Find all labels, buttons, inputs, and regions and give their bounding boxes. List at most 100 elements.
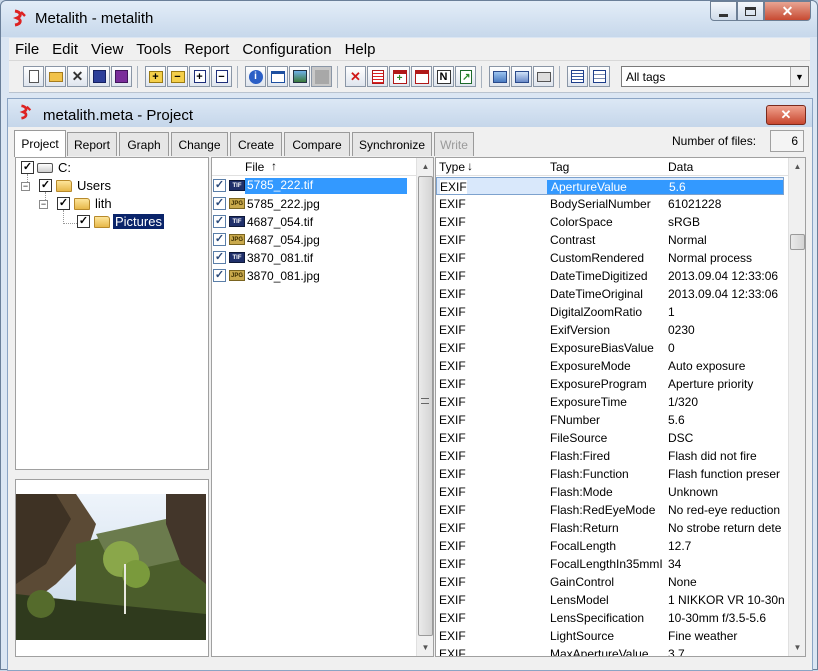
file-row[interactable]: ✓ JPG 5785_222.jpg: [212, 195, 408, 213]
menu-configuration[interactable]: Configuration: [236, 41, 337, 58]
add-button[interactable]: +: [145, 66, 166, 87]
add-file-button[interactable]: +: [189, 66, 210, 87]
calendar-add-button[interactable]: +: [389, 66, 410, 87]
maximize-button[interactable]: [737, 1, 764, 21]
tag-row[interactable]: EXIF LensModel 1 NIKKOR VR 10-30n: [436, 591, 784, 609]
find-button[interactable]: [489, 66, 510, 87]
menu-view[interactable]: View: [85, 41, 129, 58]
file-row[interactable]: ✓ JPG 3870_081.jpg: [212, 267, 408, 285]
tag-filter-select[interactable]: All tags ▼: [621, 66, 809, 87]
image-button[interactable]: [289, 66, 310, 87]
details-view-button[interactable]: [589, 66, 610, 87]
menu-report[interactable]: Report: [178, 41, 235, 58]
tab-report[interactable]: Report: [67, 132, 117, 156]
tag-column-header[interactable]: Tag: [550, 160, 569, 174]
tag-row[interactable]: EXIF Flash:Fired Flash did not fire: [436, 447, 784, 465]
menu-help[interactable]: Help: [339, 41, 382, 58]
scroll-down-icon[interactable]: ▼: [789, 639, 805, 656]
collapse-icon[interactable]: −: [39, 200, 48, 209]
project-title-bar[interactable]: metalith.meta - Project ✕: [8, 99, 812, 127]
menu-tools[interactable]: Tools: [130, 41, 177, 58]
scroll-up-icon[interactable]: ▲: [789, 158, 805, 175]
tag-row[interactable]: EXIF Flash:RedEyeMode No red-eye reduction: [436, 501, 784, 519]
tab-create[interactable]: Create: [230, 132, 282, 156]
print-button[interactable]: [533, 66, 554, 87]
tree-item-users[interactable]: Users: [77, 178, 111, 193]
scroll-up-icon[interactable]: ▲: [417, 158, 433, 175]
menu-file[interactable]: File: [9, 41, 45, 58]
file-checkbox[interactable]: ✓: [213, 269, 226, 282]
tab-project[interactable]: Project: [14, 130, 66, 157]
tag-row[interactable]: EXIF ApertureValue 5.6: [436, 177, 784, 195]
n-button[interactable]: N: [433, 66, 454, 87]
tag-row[interactable]: EXIF Flash:Function Flash function preser: [436, 465, 784, 483]
list-view-button[interactable]: [567, 66, 588, 87]
new-button[interactable]: [23, 66, 44, 87]
file-row[interactable]: ✓ TIF 4687_054.tif: [212, 213, 408, 231]
tag-row[interactable]: EXIF MaxApertureValue 3.7: [436, 645, 784, 656]
tag-row[interactable]: EXIF CustomRendered Normal process: [436, 249, 784, 267]
gray-button[interactable]: [311, 66, 332, 87]
tree-checkbox-lith[interactable]: ✓: [57, 197, 70, 210]
scroll-thumb[interactable]: [790, 234, 805, 250]
tab-change[interactable]: Change: [171, 132, 228, 156]
report-button[interactable]: [511, 66, 532, 87]
title-bar[interactable]: Metalith - metalith ✕: [1, 1, 817, 37]
tag-row[interactable]: EXIF DateTimeDigitized 2013.09.04 12:33:06: [436, 267, 784, 285]
tag-row[interactable]: EXIF FocalLengthIn35mmI 34: [436, 555, 784, 573]
collapse-icon[interactable]: −: [21, 182, 30, 191]
tag-row[interactable]: EXIF ExposureTime 1/320: [436, 393, 784, 411]
tag-row[interactable]: EXIF ExposureMode Auto exposure: [436, 357, 784, 375]
window-button[interactable]: [267, 66, 288, 87]
tag-row[interactable]: EXIF Flash:Mode Unknown: [436, 483, 784, 501]
remove-file-button[interactable]: −: [211, 66, 232, 87]
tag-row[interactable]: EXIF BodySerialNumber 61021228: [436, 195, 784, 213]
tag-row[interactable]: EXIF Flash:Return No strobe return dete: [436, 519, 784, 537]
tree-item-lith[interactable]: lith: [95, 196, 112, 211]
tag-row[interactable]: EXIF DateTimeOriginal 2013.09.04 12:33:06: [436, 285, 784, 303]
file-list-scrollbar[interactable]: ▲ ▼: [416, 158, 433, 656]
export-button[interactable]: ↗: [455, 66, 476, 87]
tag-row[interactable]: EXIF LensSpecification 10-30mm f/3.5-5.6: [436, 609, 784, 627]
close-file-button[interactable]: ✕: [67, 66, 88, 87]
tree-checkbox-pictures[interactable]: ✓: [77, 215, 90, 228]
scroll-down-icon[interactable]: ▼: [417, 639, 433, 656]
scroll-thumb[interactable]: [418, 176, 433, 636]
tag-row[interactable]: EXIF FocalLength 12.7: [436, 537, 784, 555]
menu-edit[interactable]: Edit: [46, 41, 84, 58]
list-red-button[interactable]: [367, 66, 388, 87]
data-column-header[interactable]: Data: [668, 160, 693, 174]
calendar-red-button[interactable]: [411, 66, 432, 87]
file-row[interactable]: ✓ TIF 3870_081.tif: [212, 249, 408, 267]
file-row[interactable]: ✓ JPG 4687_054.jpg: [212, 231, 408, 249]
delete-tag-button[interactable]: ✕: [345, 66, 366, 87]
tag-row[interactable]: EXIF FileSource DSC: [436, 429, 784, 447]
file-list-header[interactable]: File ↑: [212, 158, 433, 176]
file-checkbox[interactable]: ✓: [213, 233, 226, 246]
tag-table-header[interactable]: Type ↓ Tag Data: [436, 158, 805, 176]
file-checkbox[interactable]: ✓: [213, 215, 226, 228]
save-button[interactable]: [89, 66, 110, 87]
tag-table-scrollbar[interactable]: ▲ ▼: [788, 158, 805, 656]
tree-item-pictures[interactable]: Pictures: [113, 214, 164, 229]
open-button[interactable]: [45, 66, 66, 87]
file-column-header[interactable]: File: [245, 160, 264, 174]
tree-item-c[interactable]: C:: [58, 160, 71, 175]
tag-row[interactable]: EXIF FNumber 5.6: [436, 411, 784, 429]
tag-row[interactable]: EXIF ColorSpace sRGB: [436, 213, 784, 231]
tree-checkbox-c[interactable]: ✓: [21, 161, 34, 174]
tree-checkbox-users[interactable]: ✓: [39, 179, 52, 192]
info-button[interactable]: i: [245, 66, 266, 87]
file-row[interactable]: ✓ TIF 5785_222.tif: [212, 177, 408, 195]
tab-graph[interactable]: Graph: [119, 132, 169, 156]
tab-compare[interactable]: Compare: [284, 132, 350, 156]
file-checkbox[interactable]: ✓: [213, 179, 226, 192]
remove-button[interactable]: −: [167, 66, 188, 87]
chevron-down-icon[interactable]: ▼: [790, 67, 808, 86]
tag-row[interactable]: EXIF ExifVersion 0230: [436, 321, 784, 339]
minimize-button[interactable]: [710, 1, 737, 21]
tab-synchronize[interactable]: Synchronize: [352, 132, 432, 156]
tag-row[interactable]: EXIF ExposureProgram Aperture priority: [436, 375, 784, 393]
tag-row[interactable]: EXIF DigitalZoomRatio 1: [436, 303, 784, 321]
type-column-header[interactable]: Type: [439, 160, 465, 174]
